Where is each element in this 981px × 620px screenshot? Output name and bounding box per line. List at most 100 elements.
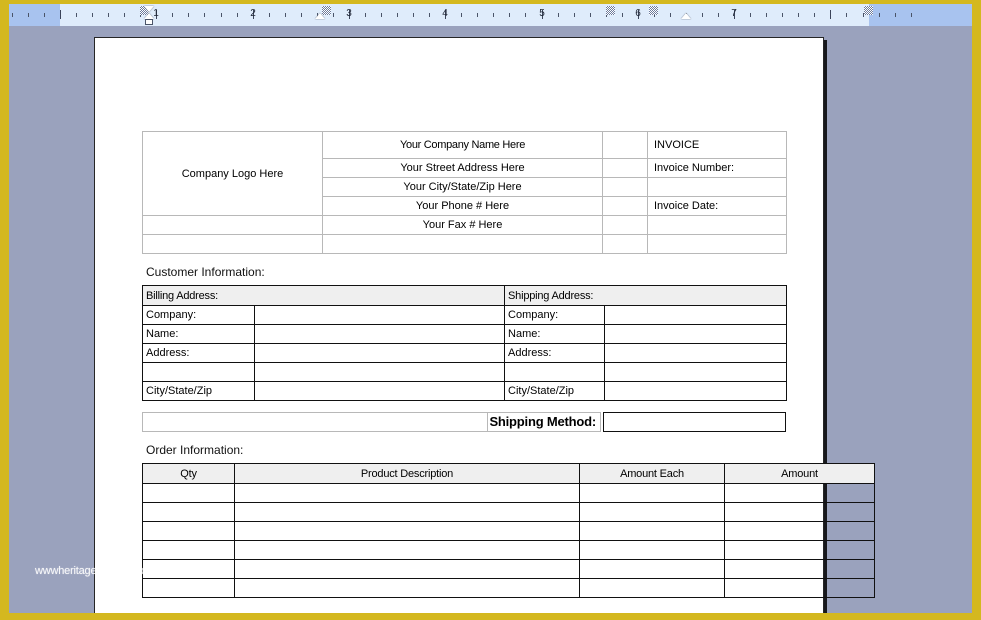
billing-label-cell-2[interactable]: Address: bbox=[142, 343, 255, 363]
invoice-title-cell[interactable]: INVOICE bbox=[647, 131, 787, 159]
order-cell-amount-each-4[interactable] bbox=[579, 559, 725, 579]
order-cell-description-4[interactable] bbox=[234, 559, 580, 579]
order-column-header-amount: Amount bbox=[724, 463, 875, 484]
order-cell-amount-1[interactable] bbox=[724, 502, 875, 522]
left-indent-marker[interactable] bbox=[145, 19, 153, 25]
ruler-number-4: 4 bbox=[442, 8, 448, 19]
order-cell-amount-each-3[interactable] bbox=[579, 540, 725, 560]
order-cell-amount-2[interactable] bbox=[724, 521, 875, 541]
shipping-value-cell-4[interactable] bbox=[604, 381, 788, 401]
spacer-cell[interactable] bbox=[602, 215, 648, 235]
billing-value-cell-0[interactable] bbox=[253, 305, 506, 325]
table-header-row: Billing Address: Shipping Address: bbox=[141, 285, 788, 306]
table-row: City/State/Zip City/State/Zip bbox=[142, 381, 788, 401]
billing-label-cell-3[interactable] bbox=[142, 362, 255, 382]
order-cell-amount-5[interactable] bbox=[724, 578, 875, 598]
company-city-state-zip-cell[interactable]: Your City/State/Zip Here bbox=[322, 177, 603, 197]
customer-information-caption: Customer Information: bbox=[146, 265, 265, 279]
order-column-header-amount-each: Amount Each bbox=[579, 463, 725, 484]
order-cell-qty-4[interactable] bbox=[142, 559, 235, 579]
invoice-number-value-cell[interactable] bbox=[647, 177, 787, 197]
empty-right-cell[interactable] bbox=[647, 234, 787, 254]
document-page[interactable]: wwwheritagechristiancollege.com Company … bbox=[35, 37, 875, 613]
billing-value-cell-2[interactable] bbox=[253, 343, 506, 363]
table-row bbox=[142, 521, 875, 541]
empty-left-cell[interactable] bbox=[142, 215, 323, 235]
shipping-method-row: Shipping Method: bbox=[142, 412, 786, 432]
shipping-value-cell-0[interactable] bbox=[604, 305, 788, 325]
shipping-value-cell-1[interactable] bbox=[604, 324, 788, 344]
shipping-label-cell-4[interactable]: City/State/Zip bbox=[504, 381, 606, 401]
spacer-cell[interactable] bbox=[602, 158, 648, 178]
table-row: Name: Name: bbox=[142, 324, 788, 344]
horizontal-ruler[interactable]: 1 2 3 4 5 6 7 bbox=[9, 4, 972, 26]
order-cell-qty-3[interactable] bbox=[142, 540, 235, 560]
company-phone-cell[interactable]: Your Phone # Here bbox=[322, 196, 603, 216]
order-cell-amount-each-5[interactable] bbox=[579, 578, 725, 598]
order-items-table: Qty Product Description Amount Each Amount bbox=[142, 463, 875, 598]
order-cell-qty-0[interactable] bbox=[142, 483, 235, 503]
order-cell-amount-each-2[interactable] bbox=[579, 521, 725, 541]
right-indent-marker[interactable] bbox=[681, 13, 691, 19]
spacer-cell[interactable] bbox=[602, 131, 648, 159]
order-cell-qty-1[interactable] bbox=[142, 502, 235, 522]
shipping-label-cell-0[interactable]: Company: bbox=[504, 305, 606, 325]
billing-value-cell-1[interactable] bbox=[253, 324, 506, 344]
table-row bbox=[142, 578, 875, 598]
order-cell-description-1[interactable] bbox=[234, 502, 580, 522]
ruler-number-6: 6 bbox=[635, 8, 641, 19]
table-row bbox=[142, 234, 787, 254]
first-line-indent-marker[interactable] bbox=[144, 6, 154, 12]
shipping-label-cell-1[interactable]: Name: bbox=[504, 324, 606, 344]
ruler-tab-stop-hatch-5[interactable] bbox=[606, 6, 615, 15]
billing-address-header: Billing Address: bbox=[141, 285, 506, 306]
invoice-date-value-cell[interactable] bbox=[647, 215, 787, 235]
billing-value-cell-3[interactable] bbox=[253, 362, 506, 382]
order-cell-amount-each-1[interactable] bbox=[579, 502, 725, 522]
order-cell-qty-2[interactable] bbox=[142, 521, 235, 541]
table-row bbox=[142, 502, 875, 522]
ruler-right-indent-hatch[interactable] bbox=[864, 6, 873, 15]
tab-marker-2in[interactable] bbox=[315, 13, 325, 19]
company-fax-cell[interactable]: Your Fax # Here bbox=[322, 215, 603, 235]
order-cell-amount-each-0[interactable] bbox=[579, 483, 725, 503]
shipping-method-blank-cell[interactable] bbox=[142, 412, 488, 432]
shipping-method-input[interactable] bbox=[603, 412, 786, 432]
ruler-number-5: 5 bbox=[539, 8, 545, 19]
order-cell-description-5[interactable] bbox=[234, 578, 580, 598]
company-logo-cell[interactable]: Company Logo Here bbox=[142, 131, 323, 216]
spacer-cell[interactable] bbox=[602, 177, 648, 197]
billing-label-cell-1[interactable]: Name: bbox=[142, 324, 255, 344]
empty-mid-cell[interactable] bbox=[322, 234, 603, 254]
empty-left-cell-2[interactable] bbox=[142, 234, 323, 254]
table-row bbox=[142, 540, 875, 560]
shipping-label-cell-2[interactable]: Address: bbox=[504, 343, 606, 363]
table-row: Your Fax # Here bbox=[142, 215, 787, 235]
order-cell-qty-5[interactable] bbox=[142, 578, 235, 598]
ruler-tab-stop-hatch-5b[interactable] bbox=[649, 6, 658, 15]
invoice-document-body: Company Logo Here Your Company Name Here… bbox=[141, 131, 875, 598]
billing-value-cell-4[interactable] bbox=[253, 381, 506, 401]
order-cell-description-3[interactable] bbox=[234, 540, 580, 560]
shipping-value-cell-2[interactable] bbox=[604, 343, 788, 363]
order-cell-amount-3[interactable] bbox=[724, 540, 875, 560]
spacer-cell[interactable] bbox=[602, 196, 648, 216]
billing-label-cell-0[interactable]: Company: bbox=[142, 305, 255, 325]
ruler-number-7: 7 bbox=[731, 8, 737, 19]
ruler-number-2: 2 bbox=[250, 8, 256, 19]
shipping-address-header: Shipping Address: bbox=[504, 285, 788, 306]
invoice-date-label-cell[interactable]: Invoice Date: bbox=[647, 196, 787, 216]
order-cell-description-2[interactable] bbox=[234, 521, 580, 541]
order-cell-description-0[interactable] bbox=[234, 483, 580, 503]
company-street-cell[interactable]: Your Street Address Here bbox=[322, 158, 603, 178]
ruler-number-1: 1 bbox=[153, 8, 159, 19]
order-column-header-product-description: Product Description bbox=[234, 463, 580, 484]
invoice-number-label-cell[interactable]: Invoice Number: bbox=[647, 158, 787, 178]
shipping-value-cell-3[interactable] bbox=[604, 362, 788, 382]
company-name-cell[interactable]: Your Company Name Here bbox=[322, 131, 603, 159]
shipping-label-cell-3[interactable] bbox=[504, 362, 606, 382]
spacer-cell[interactable] bbox=[602, 234, 648, 254]
order-cell-amount-0[interactable] bbox=[724, 483, 875, 503]
billing-label-cell-4[interactable]: City/State/Zip bbox=[142, 381, 255, 401]
order-cell-amount-4[interactable] bbox=[724, 559, 875, 579]
